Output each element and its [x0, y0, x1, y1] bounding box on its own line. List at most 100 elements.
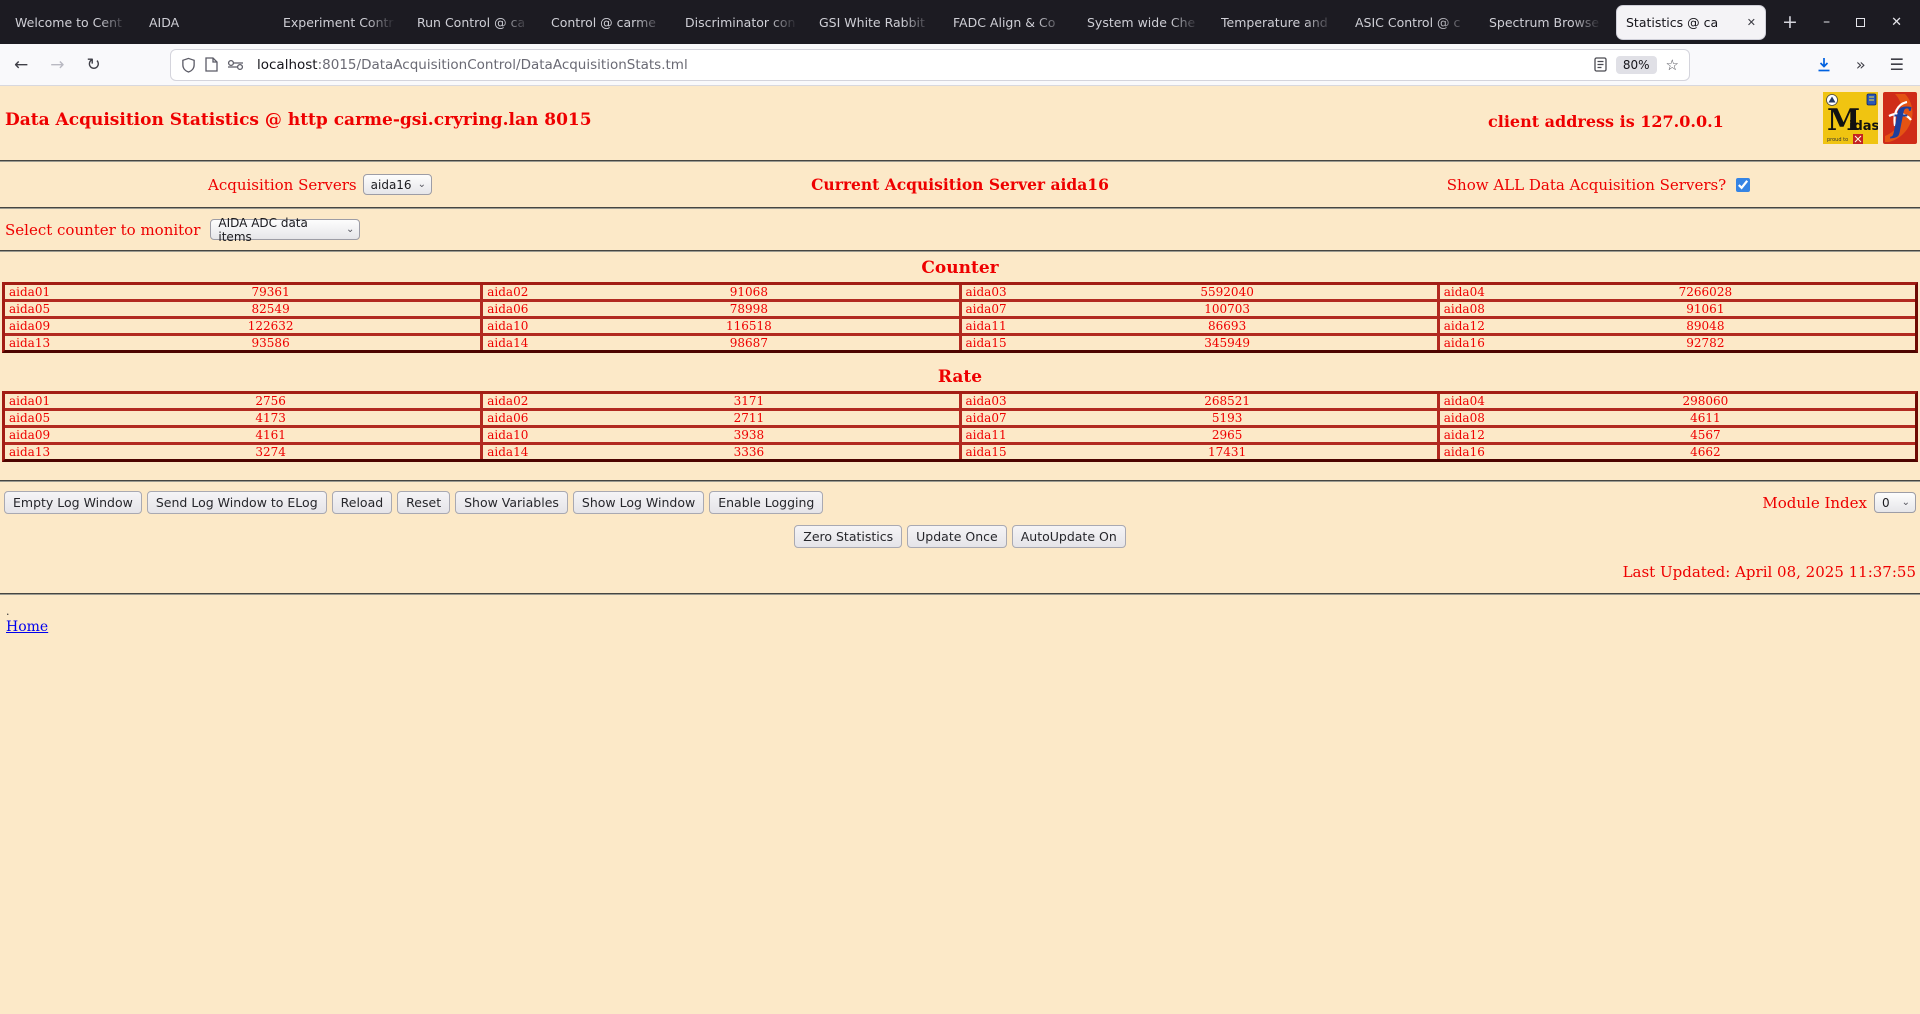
stat-cell-aida16: aida16 4662	[1440, 445, 1915, 459]
tab[interactable]: ASIC Control @ c	[1346, 0, 1480, 44]
url-path: :8015/DataAcquisitionControl/DataAcquisi…	[317, 56, 688, 73]
shield-icon[interactable]	[181, 57, 196, 73]
autoupdate-on-button[interactable]: AutoUpdate On	[1011, 525, 1126, 548]
tab[interactable]: Spectrum Browse	[1480, 0, 1614, 44]
reload-icon[interactable]: ↻	[87, 55, 101, 75]
show-variables-button[interactable]: Show Variables	[455, 491, 568, 514]
menu-hamburger-icon[interactable]: ☰	[1890, 55, 1904, 74]
show-all-checkbox[interactable]	[1736, 177, 1751, 192]
acquisition-server-select[interactable]: aida16 ⌄	[362, 174, 432, 195]
page-info-icon[interactable]	[205, 57, 218, 72]
server-name: aida13	[9, 336, 51, 350]
show-log-window-button[interactable]: Show Log Window	[572, 491, 705, 514]
overflow-chevrons-icon[interactable]: »	[1856, 55, 1866, 74]
browser-nav-bar: ← → ↻ localhost:8015/DataAcquisitionCont…	[0, 44, 1920, 86]
forward-icon[interactable]: →	[50, 55, 64, 75]
stat-cell-aida13: aida13 3274	[5, 445, 484, 459]
toolbar-right: » ☰	[1816, 55, 1920, 74]
stat-value: 98687	[729, 336, 768, 350]
module-index-select[interactable]: 0 ⌄	[1874, 492, 1916, 513]
servers-select-group: Acquisition Servers aida16 ⌄	[0, 174, 640, 195]
stat-value: 3938	[733, 428, 765, 442]
current-server-group: Current Acquisition Server aida16	[640, 175, 1280, 194]
url-bar[interactable]: localhost:8015/DataAcquisitionControl/Da…	[170, 48, 1690, 81]
bookmark-star-icon[interactable]: ☆	[1666, 56, 1679, 74]
divider	[0, 593, 1920, 595]
url-host: localhost	[257, 56, 318, 73]
back-icon[interactable]: ←	[14, 55, 28, 75]
stat-value: 17431	[1208, 445, 1247, 459]
nav-buttons: ← → ↻	[0, 55, 170, 75]
server-name: aida15	[965, 336, 1007, 350]
tab-label: Experiment Contr	[283, 14, 394, 30]
enable-logging-button[interactable]: Enable Logging	[709, 491, 824, 514]
stat-value: 268521	[1204, 394, 1251, 408]
acquisition-server-value: aida16	[370, 177, 412, 192]
send-log-window-to-elog-button[interactable]: Send Log Window to ELog	[146, 491, 327, 514]
tab-active[interactable]: Statistics @ ca ✕	[1616, 4, 1766, 40]
rate-heading: Rate	[937, 367, 983, 387]
stat-value: 2756	[255, 394, 286, 408]
module-index-label: Module Index	[1762, 493, 1867, 512]
tab-label: GSI White Rabbit	[819, 14, 925, 30]
tab[interactable]: GSI White Rabbit	[810, 0, 944, 44]
tab-label: Spectrum Browse	[1489, 14, 1600, 30]
page-content: Data Acquisition Statistics @ http carme…	[0, 86, 1920, 1014]
server-name: aida10	[487, 319, 529, 333]
counter-type-select[interactable]: AIDA ADC data items ⌄	[210, 216, 361, 244]
last-updated: Last Updated: April 08, 2025 11:37:55	[1622, 563, 1916, 581]
rate-table: aida01 2756 aida02 3171 aida03 268521 aida04 29…	[2, 391, 1918, 462]
stat-cell-aida07: aida07 5193	[962, 411, 1440, 425]
empty-log-window-button[interactable]: Empty Log Window	[4, 491, 142, 514]
stat-cell-aida06: aida06 78998	[483, 302, 962, 316]
footer-dot: .	[6, 605, 10, 618]
tab-label: Discriminator con	[685, 14, 796, 30]
tab-label: Control @ carme	[551, 14, 656, 30]
permissions-icon[interactable]	[227, 59, 244, 71]
stat-row: aida05 4173 aida06 2711 aida07 5193 aida08 4611	[5, 411, 1915, 428]
counter-table: aida01 79361 aida02 91068 aida03 5592040 aida0…	[2, 282, 1918, 353]
stat-value: 79361	[251, 285, 290, 299]
new-tab-button[interactable]: +	[1782, 12, 1798, 32]
stat-value: 7266028	[1678, 285, 1733, 299]
reader-mode-icon[interactable]	[1594, 57, 1607, 72]
tab[interactable]: Welcome to Cent	[6, 0, 140, 44]
svg-text:idas: idas	[1849, 119, 1878, 134]
server-name: aida09	[9, 428, 51, 442]
reset-button[interactable]: Reset	[397, 491, 451, 514]
zoom-level-badge[interactable]: 80%	[1615, 55, 1657, 74]
tab-close-icon[interactable]: ✕	[1747, 16, 1756, 29]
home-link[interactable]: Home	[6, 619, 48, 635]
tab[interactable]: AIDA	[140, 0, 274, 44]
tab[interactable]: Experiment Contr	[274, 0, 408, 44]
stat-cell-aida05: aida05 82549	[5, 302, 484, 316]
reload-button[interactable]: Reload	[331, 491, 393, 514]
tab[interactable]: Temperature and	[1212, 0, 1346, 44]
tab[interactable]: Discriminator con	[676, 0, 810, 44]
tab[interactable]: Control @ carme	[542, 0, 676, 44]
stat-cell-aida11: aida11 2965	[962, 428, 1440, 442]
show-all-group: Show ALL Data Acquisition Servers?	[1280, 175, 1920, 195]
window-minimize-icon[interactable]: –	[1823, 14, 1830, 30]
stat-value: 93586	[251, 336, 290, 350]
downloads-icon[interactable]	[1816, 57, 1832, 73]
stat-value: 100703	[1204, 302, 1251, 316]
tab[interactable]: Run Control @ ca	[408, 0, 542, 44]
zero-statistics-button[interactable]: Zero Statistics	[794, 525, 903, 548]
stat-cell-aida15: aida15 17431	[962, 445, 1440, 459]
stat-row: aida05 82549 aida06 78998 aida07 100703 aida08…	[5, 302, 1915, 319]
server-name: aida08	[1443, 411, 1485, 425]
window-maximize-icon[interactable]	[1856, 17, 1866, 27]
stat-value: 4161	[255, 428, 286, 442]
tab[interactable]: FADC Align & Co	[944, 0, 1078, 44]
window-close-icon[interactable]: ✕	[1891, 15, 1902, 30]
server-name: aida04	[1443, 285, 1485, 299]
stat-row: aida01 79361 aida02 91068 aida03 5592040 aida0…	[5, 285, 1915, 302]
update-once-button[interactable]: Update Once	[907, 525, 1007, 548]
page-title: Data Acquisition Statistics @ http carme…	[5, 110, 592, 130]
url-text[interactable]: localhost:8015/DataAcquisitionControl/Da…	[257, 57, 1585, 73]
stat-cell-aida04: aida04 7266028	[1440, 285, 1915, 299]
tab[interactable]: System wide Che	[1078, 0, 1212, 44]
tab-label: ASIC Control @ c	[1355, 14, 1461, 30]
server-name: aida03	[965, 394, 1007, 408]
